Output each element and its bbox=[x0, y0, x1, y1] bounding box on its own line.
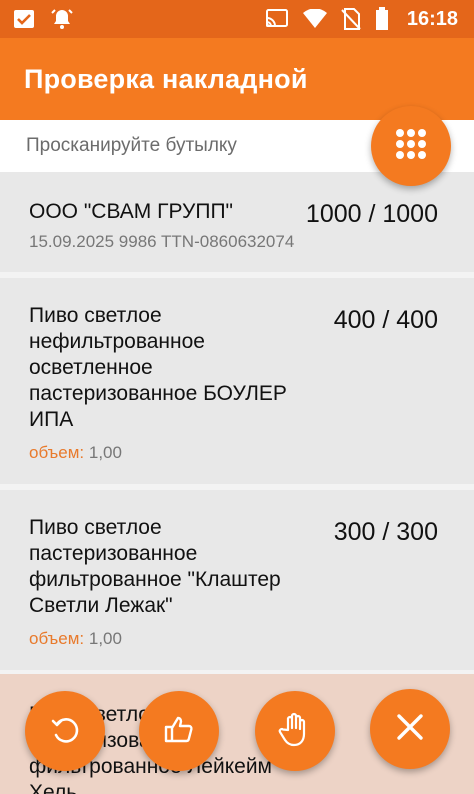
list-item[interactable]: Пиво светлое нефильтрованное осветленное… bbox=[0, 278, 474, 484]
item-quantity: 300 / 300 bbox=[333, 518, 438, 546]
item-quantity: 400 / 400 bbox=[333, 306, 438, 334]
item-name-line: Хель bbox=[29, 781, 78, 794]
item-name-line: нефильтрованное bbox=[29, 330, 205, 353]
item-volume: объем: 1,00 bbox=[29, 629, 122, 649]
volume-value: 1,00 bbox=[88, 629, 122, 648]
item-name-line: Светли Лежак" bbox=[29, 594, 173, 617]
close-button[interactable] bbox=[370, 689, 450, 769]
keypad-button[interactable] bbox=[371, 106, 451, 186]
hand-stop-icon bbox=[278, 711, 312, 752]
supplier-name: ООО "СВАМ ГРУПП" bbox=[29, 200, 234, 223]
cast-icon bbox=[265, 8, 289, 30]
thumbs-up-icon bbox=[162, 712, 196, 751]
volume-label: объем: bbox=[29, 629, 85, 648]
item-name: Пиво светлое пастеризованное фильтрованн… bbox=[29, 515, 281, 619]
item-volume: объем: 1,00 bbox=[29, 443, 122, 463]
scan-hint-text: Просканируйте бутылку bbox=[26, 135, 237, 156]
item-name-line: пастеризованное bbox=[29, 542, 198, 565]
item-name-line: Пиво светлое bbox=[29, 304, 162, 327]
invoice-details: 15.09.2025 9986 TTN-0860632074 bbox=[29, 232, 295, 251]
undo-icon bbox=[48, 712, 82, 751]
status-bar: 16:18 bbox=[0, 0, 474, 38]
stop-button[interactable] bbox=[255, 691, 335, 771]
item-name-line: фильтрованное "Клаштер bbox=[29, 568, 281, 591]
page-title: Проверка накладной bbox=[24, 63, 308, 94]
invoice-quantity: 1000 / 1000 bbox=[305, 200, 438, 228]
wifi-icon bbox=[302, 9, 327, 29]
list-item[interactable]: Пиво светлое пастеризованное фильтрованн… bbox=[0, 490, 474, 670]
invoice-header-card[interactable]: ООО "СВАМ ГРУПП" 15.09.2025 9986 TTN-086… bbox=[0, 172, 474, 272]
no-sim-icon bbox=[341, 8, 361, 30]
item-name: Пиво светлое нефильтрованное осветленное… bbox=[29, 303, 287, 433]
keypad-icon bbox=[393, 126, 429, 167]
confirm-button[interactable] bbox=[139, 691, 219, 771]
close-icon bbox=[394, 711, 426, 748]
volume-label: объем: bbox=[29, 443, 85, 462]
item-name-line: пастеризованное БОУЛЕР bbox=[29, 382, 287, 405]
undo-button[interactable] bbox=[25, 691, 105, 771]
checkbox-notification-icon bbox=[12, 7, 36, 31]
item-name-line: Пиво светлое bbox=[29, 516, 162, 539]
item-name-line: ИПА bbox=[29, 408, 74, 431]
volume-value: 1,00 bbox=[88, 443, 122, 462]
alarm-icon bbox=[50, 7, 74, 31]
item-name-line: осветленное bbox=[29, 356, 153, 379]
battery-icon bbox=[375, 7, 389, 31]
status-time: 16:18 bbox=[406, 7, 458, 30]
